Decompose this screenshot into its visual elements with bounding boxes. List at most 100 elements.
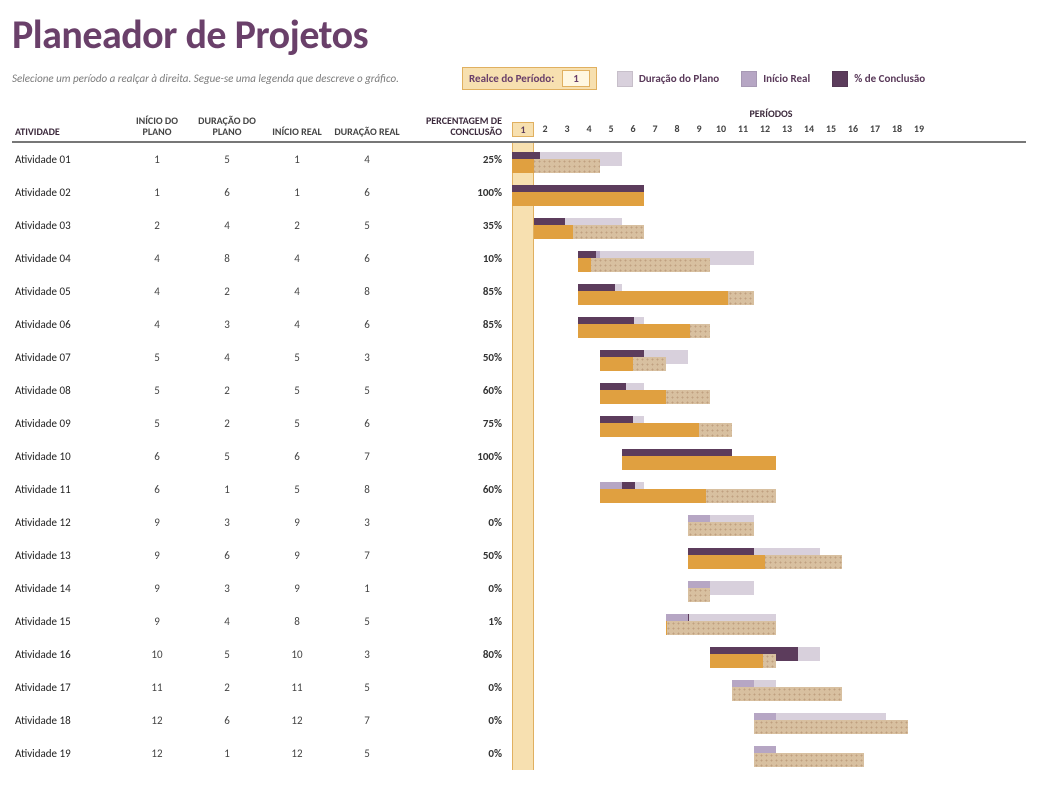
activity-name[interactable]: Atividade 14 — [12, 582, 122, 595]
period-19[interactable]: 19 — [908, 122, 930, 137]
activity-name[interactable]: Atividade 15 — [12, 615, 122, 628]
actual-start[interactable]: 11 — [262, 681, 332, 694]
pct-complete[interactable]: 0% — [402, 582, 512, 595]
pct-complete[interactable]: 80% — [402, 648, 512, 661]
actual-start[interactable]: 4 — [262, 285, 332, 298]
actual-duration[interactable]: 6 — [332, 252, 402, 265]
actual-duration[interactable]: 4 — [332, 153, 402, 166]
highlight-period-control[interactable]: Realce do Período: 1 — [462, 67, 597, 90]
highlight-value[interactable]: 1 — [562, 70, 590, 87]
activity-name[interactable]: Atividade 17 — [12, 681, 122, 694]
plan-duration[interactable]: 2 — [192, 417, 262, 430]
plan-duration[interactable]: 1 — [192, 747, 262, 760]
actual-duration[interactable]: 6 — [332, 318, 402, 331]
plan-start[interactable]: 12 — [122, 714, 192, 727]
plan-duration[interactable]: 4 — [192, 219, 262, 232]
pct-complete[interactable]: 25% — [402, 153, 512, 166]
actual-duration[interactable]: 3 — [332, 351, 402, 364]
plan-duration[interactable]: 6 — [192, 186, 262, 199]
plan-duration[interactable]: 3 — [192, 318, 262, 331]
pct-complete[interactable]: 85% — [402, 318, 512, 331]
pct-complete[interactable]: 0% — [402, 747, 512, 760]
actual-start[interactable]: 6 — [262, 450, 332, 463]
period-6[interactable]: 6 — [622, 122, 644, 137]
period-3[interactable]: 3 — [556, 122, 578, 137]
actual-duration[interactable]: 5 — [332, 615, 402, 628]
activity-name[interactable]: Atividade 01 — [12, 153, 122, 166]
plan-start[interactable]: 9 — [122, 615, 192, 628]
activity-name[interactable]: Atividade 02 — [12, 186, 122, 199]
activity-name[interactable]: Atividade 11 — [12, 483, 122, 496]
plan-start[interactable]: 6 — [122, 483, 192, 496]
actual-duration[interactable]: 5 — [332, 384, 402, 397]
plan-start[interactable]: 5 — [122, 351, 192, 364]
actual-start[interactable]: 4 — [262, 318, 332, 331]
period-12[interactable]: 12 — [754, 122, 776, 137]
actual-start[interactable]: 4 — [262, 252, 332, 265]
actual-start[interactable]: 9 — [262, 549, 332, 562]
plan-duration[interactable]: 6 — [192, 549, 262, 562]
period-5[interactable]: 5 — [600, 122, 622, 137]
actual-duration[interactable]: 7 — [332, 714, 402, 727]
plan-duration[interactable]: 2 — [192, 384, 262, 397]
plan-duration[interactable]: 2 — [192, 681, 262, 694]
actual-duration[interactable]: 5 — [332, 747, 402, 760]
actual-duration[interactable]: 6 — [332, 186, 402, 199]
actual-duration[interactable]: 6 — [332, 417, 402, 430]
pct-complete[interactable]: 60% — [402, 483, 512, 496]
activity-name[interactable]: Atividade 04 — [12, 252, 122, 265]
plan-duration[interactable]: 8 — [192, 252, 262, 265]
period-13[interactable]: 13 — [776, 122, 798, 137]
activity-name[interactable]: Atividade 07 — [12, 351, 122, 364]
period-11[interactable]: 11 — [732, 122, 754, 137]
period-18[interactable]: 18 — [886, 122, 908, 137]
plan-start[interactable]: 11 — [122, 681, 192, 694]
plan-start[interactable]: 1 — [122, 153, 192, 166]
period-17[interactable]: 17 — [864, 122, 886, 137]
pct-complete[interactable]: 10% — [402, 252, 512, 265]
plan-start[interactable]: 5 — [122, 417, 192, 430]
plan-duration[interactable]: 5 — [192, 153, 262, 166]
actual-duration[interactable]: 5 — [332, 219, 402, 232]
plan-duration[interactable]: 3 — [192, 516, 262, 529]
actual-duration[interactable]: 3 — [332, 648, 402, 661]
pct-complete[interactable]: 85% — [402, 285, 512, 298]
plan-start[interactable]: 4 — [122, 285, 192, 298]
actual-start[interactable]: 1 — [262, 186, 332, 199]
pct-complete[interactable]: 50% — [402, 351, 512, 364]
plan-start[interactable]: 12 — [122, 747, 192, 760]
activity-name[interactable]: Atividade 03 — [12, 219, 122, 232]
actual-start[interactable]: 5 — [262, 351, 332, 364]
activity-name[interactable]: Atividade 05 — [12, 285, 122, 298]
pct-complete[interactable]: 100% — [402, 186, 512, 199]
plan-duration[interactable]: 4 — [192, 615, 262, 628]
plan-duration[interactable]: 5 — [192, 450, 262, 463]
pct-complete[interactable]: 0% — [402, 714, 512, 727]
actual-start[interactable]: 5 — [262, 417, 332, 430]
activity-name[interactable]: Atividade 13 — [12, 549, 122, 562]
period-4[interactable]: 4 — [578, 122, 600, 137]
period-8[interactable]: 8 — [666, 122, 688, 137]
actual-duration[interactable]: 3 — [332, 516, 402, 529]
plan-start[interactable]: 9 — [122, 516, 192, 529]
pct-complete[interactable]: 50% — [402, 549, 512, 562]
actual-start[interactable]: 9 — [262, 582, 332, 595]
plan-start[interactable]: 5 — [122, 384, 192, 397]
pct-complete[interactable]: 1% — [402, 615, 512, 628]
plan-start[interactable]: 1 — [122, 186, 192, 199]
actual-start[interactable]: 9 — [262, 516, 332, 529]
pct-complete[interactable]: 100% — [402, 450, 512, 463]
activity-name[interactable]: Atividade 09 — [12, 417, 122, 430]
plan-start[interactable]: 10 — [122, 648, 192, 661]
plan-duration[interactable]: 4 — [192, 351, 262, 364]
activity-name[interactable]: Atividade 10 — [12, 450, 122, 463]
actual-start[interactable]: 10 — [262, 648, 332, 661]
actual-start[interactable]: 1 — [262, 153, 332, 166]
plan-duration[interactable]: 6 — [192, 714, 262, 727]
period-15[interactable]: 15 — [820, 122, 842, 137]
actual-start[interactable]: 2 — [262, 219, 332, 232]
actual-duration[interactable]: 1 — [332, 582, 402, 595]
period-9[interactable]: 9 — [688, 122, 710, 137]
actual-start[interactable]: 5 — [262, 384, 332, 397]
period-14[interactable]: 14 — [798, 122, 820, 137]
